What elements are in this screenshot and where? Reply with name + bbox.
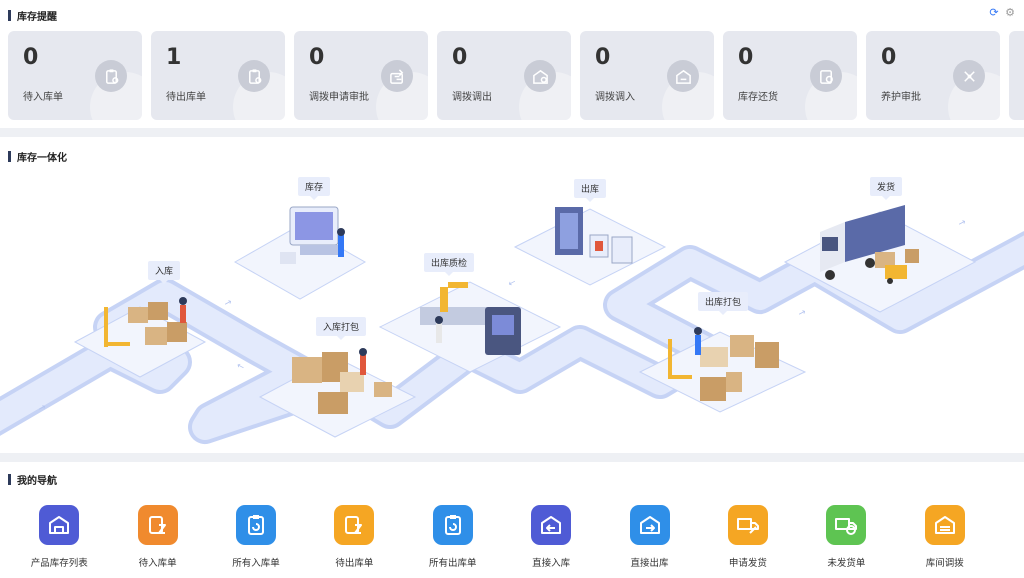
nav-shortcut-label: 直接入库 — [532, 558, 571, 569]
svg-text:→: → — [223, 297, 235, 310]
section-title-navigation: 我的导航 — [8, 472, 57, 487]
warehouse-out-icon — [524, 60, 556, 92]
warehouse-list-icon[interactable] — [39, 505, 80, 545]
reminder-label: 调拨调入 — [595, 92, 635, 103]
reminder-count: 0 — [452, 45, 468, 70]
maintenance-tools-icon — [953, 60, 985, 92]
nav-shortcut-label: 库间调拨 — [925, 558, 964, 569]
svg-text:→: → — [797, 307, 809, 320]
reminder-card[interactable]: 0 库存还货 — [723, 31, 857, 120]
reminder-count: 0 — [23, 45, 39, 70]
reminder-count: 0 — [738, 45, 754, 70]
panel-tools: ⟳ ⚙ — [988, 7, 1016, 19]
stock-reminder-panel: 库存提醒 ⟳ ⚙ 0 待入库单 1 待出库单 0 调拨申请审批 0 调拨调出 0… — [0, 0, 1024, 128]
reminder-card[interactable]: 0 待入库单 — [8, 31, 142, 120]
warehouse-arrow-in-icon[interactable] — [531, 505, 572, 545]
refresh-icon[interactable]: ⟳ — [988, 7, 1000, 19]
truck-check-icon[interactable] — [826, 505, 867, 545]
svg-text:→: → — [957, 217, 969, 230]
reminder-label: 养护审批 — [881, 92, 921, 103]
warehouse-arrow-out-icon[interactable] — [629, 505, 670, 545]
nav-shortcut[interactable]: 库间调拨 — [896, 505, 994, 569]
clipboard-refresh-icon[interactable] — [235, 505, 276, 545]
nav-shortcut-label: 所有出库单 — [429, 558, 477, 569]
reminder-card[interactable]: 0 调拨调出 — [437, 31, 571, 120]
nav-shortcut-label: 待入库单 — [138, 558, 177, 569]
stage-tag-inbound: 入库 — [148, 261, 181, 284]
reminder-label: 待入库单 — [23, 92, 63, 103]
stage-tag-outbound: 出库 — [574, 179, 607, 202]
reminder-count: 0 — [309, 45, 325, 70]
reminder-count: 0 — [881, 45, 897, 70]
warehouse-in-icon — [667, 60, 699, 92]
reminder-cards: 0 待入库单 1 待出库单 0 调拨申请审批 0 调拨调出 0 调拨调入 0 库… — [8, 31, 1024, 120]
svg-text:←: ← — [507, 277, 519, 290]
nav-shortcut[interactable]: 直接出库 — [600, 505, 698, 569]
stage-tag-stock: 库存 — [298, 177, 331, 200]
section-title-reminder: 库存提醒 — [8, 8, 57, 23]
svg-text:←: ← — [235, 361, 247, 374]
stage-tag-outbound-qc: 出库质检 — [424, 253, 475, 276]
my-navigation-panel: 我的导航 产品库存列表 待入库单 所有入库单 待出库单 所有出库单 直接入库 直… — [0, 462, 1024, 578]
stock-integration-panel: 库存一体化 → ← ← → → → 入库 库存 入库打包 出库质检 出库 出库打… — [0, 137, 1024, 453]
reminder-count: 0 — [595, 45, 611, 70]
reminder-card[interactable]: 0 调拨调入 — [580, 31, 714, 120]
nav-shortcut[interactable]: 所有入库单 — [207, 505, 305, 569]
nav-shortcut[interactable]: 待出库单 — [305, 505, 403, 569]
nav-shortcut-label: 所有入库单 — [232, 558, 280, 569]
reminder-label: 调拨申请审批 — [309, 92, 369, 103]
reminder-label: 调拨调出 — [452, 92, 492, 103]
transfer-approval-icon — [381, 60, 413, 92]
reminder-card-overflow[interactable] — [1009, 31, 1024, 120]
hourglass-doc-icon[interactable] — [137, 505, 178, 545]
reminder-card[interactable]: 1 待出库单 — [151, 31, 285, 120]
reminder-count: 1 — [166, 45, 182, 70]
nav-shortcut[interactable]: 未发货单 — [797, 505, 895, 569]
navigation-shortcuts: 产品库存列表 待入库单 所有入库单 待出库单 所有出库单 直接入库 直接出库 申… — [10, 505, 994, 569]
stock-return-icon — [810, 60, 842, 92]
clipboard-refresh-icon[interactable] — [432, 505, 473, 545]
nav-shortcut[interactable]: 产品库存列表 — [10, 505, 108, 569]
gear-icon[interactable]: ⚙ — [1004, 7, 1016, 19]
stage-tag-shipping: 发货 — [870, 177, 903, 200]
hourglass-doc-icon[interactable] — [334, 505, 375, 545]
nav-shortcut[interactable]: 申请发货 — [699, 505, 797, 569]
reminder-label: 库存还货 — [738, 92, 778, 103]
nav-shortcut-label: 直接出库 — [630, 558, 669, 569]
truck-edit-icon[interactable] — [727, 505, 768, 545]
stage-tag-inbound-pack: 入库打包 — [316, 317, 367, 340]
clipboard-gear-icon — [95, 60, 127, 92]
stage-tag-outbound-pack: 出库打包 — [698, 292, 749, 315]
nav-shortcut[interactable]: 所有出库单 — [404, 505, 502, 569]
clipboard-gear-icon — [238, 60, 270, 92]
nav-shortcut-label: 待出库单 — [335, 558, 374, 569]
warehouse-transfer-icon[interactable] — [924, 505, 965, 545]
reminder-label: 待出库单 — [166, 92, 206, 103]
reminder-card[interactable]: 0 养护审批 — [866, 31, 1000, 120]
nav-shortcut-label: 申请发货 — [728, 558, 767, 569]
nav-shortcut-label: 未发货单 — [827, 558, 866, 569]
nav-shortcut-label: 产品库存列表 — [30, 558, 88, 569]
reminder-card[interactable]: 0 调拨申请审批 — [294, 31, 428, 120]
nav-shortcut[interactable]: 直接入库 — [502, 505, 600, 569]
nav-shortcut[interactable]: 待入库单 — [108, 505, 206, 569]
